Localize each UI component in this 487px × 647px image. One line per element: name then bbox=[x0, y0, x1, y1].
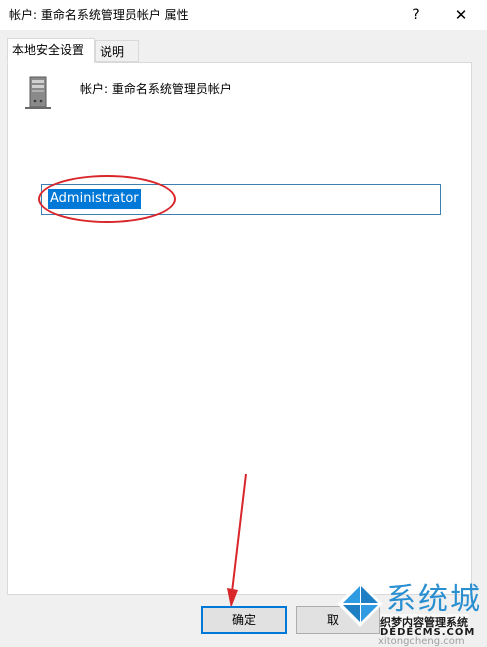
tab-explain[interactable]: 说明 bbox=[95, 40, 139, 62]
close-button[interactable]: ✕ bbox=[438, 0, 484, 30]
help-button[interactable]: ? bbox=[396, 0, 436, 30]
title-bar: 帐户: 重命名系统管理员帐户 属性 ? ✕ bbox=[0, 0, 487, 30]
tab-panel bbox=[7, 62, 472, 595]
ok-button[interactable]: 确定 bbox=[201, 606, 287, 634]
cancel-button[interactable]: 取 bbox=[296, 606, 380, 634]
tab-local-security-setting[interactable]: 本地安全设置 bbox=[7, 38, 95, 63]
server-icon bbox=[25, 76, 51, 109]
input-selected-text: Administrator bbox=[48, 189, 141, 209]
setting-label: 帐户: 重命名系统管理员帐户 bbox=[80, 82, 232, 96]
window-title: 帐户: 重命名系统管理员帐户 属性 bbox=[9, 8, 189, 22]
account-name-input[interactable]: Administrator bbox=[41, 184, 441, 215]
